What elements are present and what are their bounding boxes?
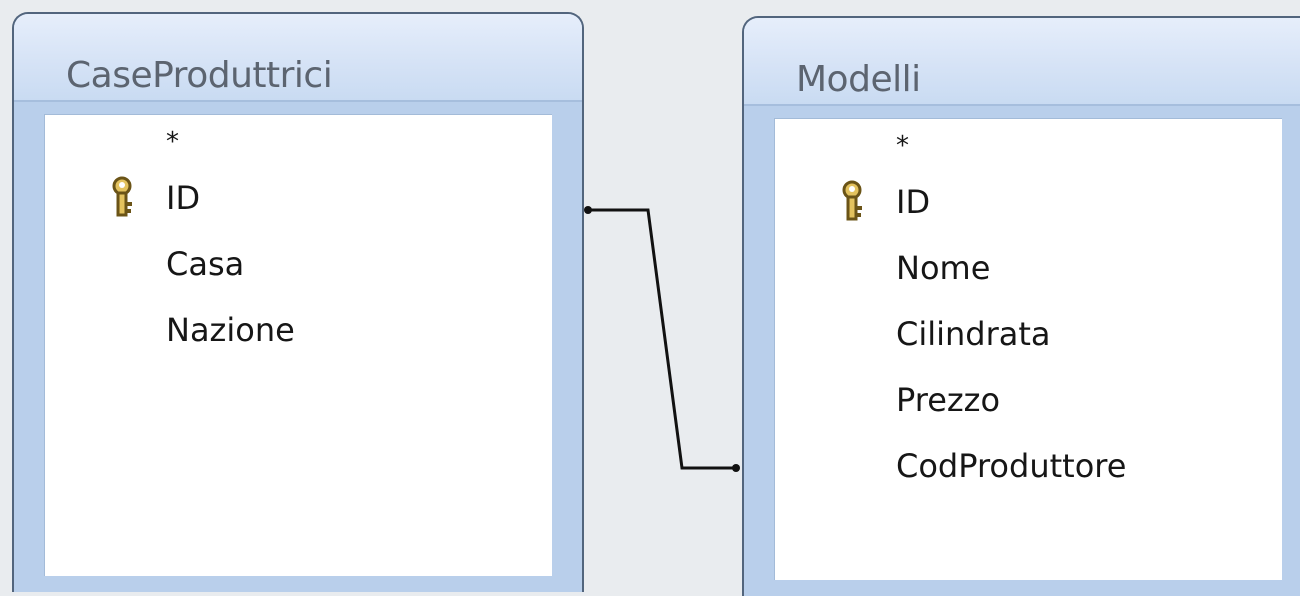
relationship-line[interactable] [0,0,1300,582]
relationship-endpoint-right [732,464,740,472]
relationship-connector [586,208,738,470]
relationship-endpoint-left [584,206,592,214]
